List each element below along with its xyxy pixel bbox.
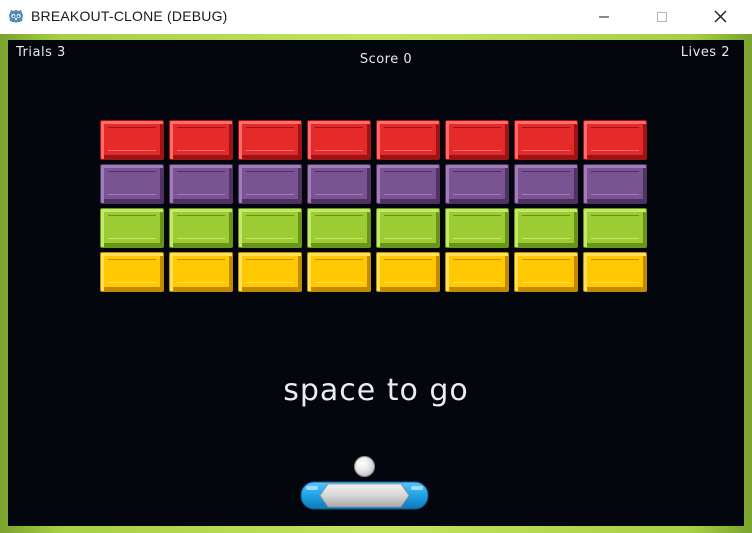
brick-face — [591, 259, 639, 283]
brick-face — [177, 215, 225, 239]
brick-face — [246, 171, 294, 195]
brick-yellow — [169, 252, 233, 292]
brick-face — [177, 127, 225, 151]
brick-yellow — [514, 252, 578, 292]
brick-face — [522, 171, 570, 195]
brick-face — [522, 215, 570, 239]
brick-face — [591, 215, 639, 239]
start-message: space to go — [283, 373, 469, 408]
brick-yellow — [445, 252, 509, 292]
brick-face — [246, 215, 294, 239]
brick-face — [384, 127, 432, 151]
maximize-icon — [656, 8, 668, 27]
brick-face — [108, 259, 156, 283]
brick-face — [177, 259, 225, 283]
brick-red — [376, 120, 440, 160]
game-window: BREAKOUT-CLONE (DEBUG) Trials 3 Score 0 … — [0, 0, 752, 533]
brick-face — [108, 171, 156, 195]
brick-red — [445, 120, 509, 160]
brick-face — [591, 171, 639, 195]
brick-face — [453, 127, 501, 151]
brick-green — [445, 208, 509, 248]
brick-yellow — [376, 252, 440, 292]
close-icon — [714, 8, 727, 27]
brick-purple — [238, 164, 302, 204]
brick-red — [514, 120, 578, 160]
brick-face — [246, 259, 294, 283]
minimize-button[interactable] — [581, 0, 627, 34]
brick-face — [384, 259, 432, 283]
brick-face — [315, 259, 363, 283]
window-title: BREAKOUT-CLONE (DEBUG) — [31, 8, 228, 24]
brick-face — [315, 215, 363, 239]
brick-face — [384, 171, 432, 195]
brick-green — [307, 208, 371, 248]
brick-purple — [376, 164, 440, 204]
brick-face — [246, 127, 294, 151]
brick-red — [238, 120, 302, 160]
brick-yellow — [100, 252, 164, 292]
game-playfield[interactable]: Trials 3 Score 0 Lives 2 space to go — [8, 40, 744, 526]
brick-red — [100, 120, 164, 160]
brick-face — [177, 171, 225, 195]
brick-yellow — [583, 252, 647, 292]
brick-face — [591, 127, 639, 151]
brick-green — [583, 208, 647, 248]
close-button[interactable] — [697, 0, 743, 34]
score-counter: Score 0 — [359, 52, 413, 67]
brick-face — [384, 215, 432, 239]
brick-green — [238, 208, 302, 248]
brick-green — [100, 208, 164, 248]
brick-face — [453, 259, 501, 283]
brick-purple — [169, 164, 233, 204]
maximize-button[interactable] — [639, 0, 685, 34]
brick-red — [583, 120, 647, 160]
brick-green — [514, 208, 578, 248]
brick-yellow — [307, 252, 371, 292]
brick-purple — [514, 164, 578, 204]
minimize-icon — [598, 8, 610, 27]
godot-icon — [7, 7, 25, 25]
brick-face — [453, 171, 501, 195]
lives-counter: Lives 2 — [680, 45, 730, 60]
brick-face — [522, 259, 570, 283]
title-bar[interactable]: BREAKOUT-CLONE (DEBUG) — [0, 0, 752, 34]
brick-red — [307, 120, 371, 160]
brick-red — [169, 120, 233, 160]
brick-yellow — [238, 252, 302, 292]
brick-green — [376, 208, 440, 248]
brick-purple — [583, 164, 647, 204]
brick-face — [108, 215, 156, 239]
brick-face — [315, 127, 363, 151]
brick-purple — [307, 164, 371, 204]
paddle — [300, 481, 429, 510]
brick-green — [169, 208, 233, 248]
ball — [354, 456, 375, 477]
brick-face — [315, 171, 363, 195]
brick-face — [453, 215, 501, 239]
brick-purple — [100, 164, 164, 204]
brick-face — [522, 127, 570, 151]
brick-purple — [445, 164, 509, 204]
brick-face — [108, 127, 156, 151]
